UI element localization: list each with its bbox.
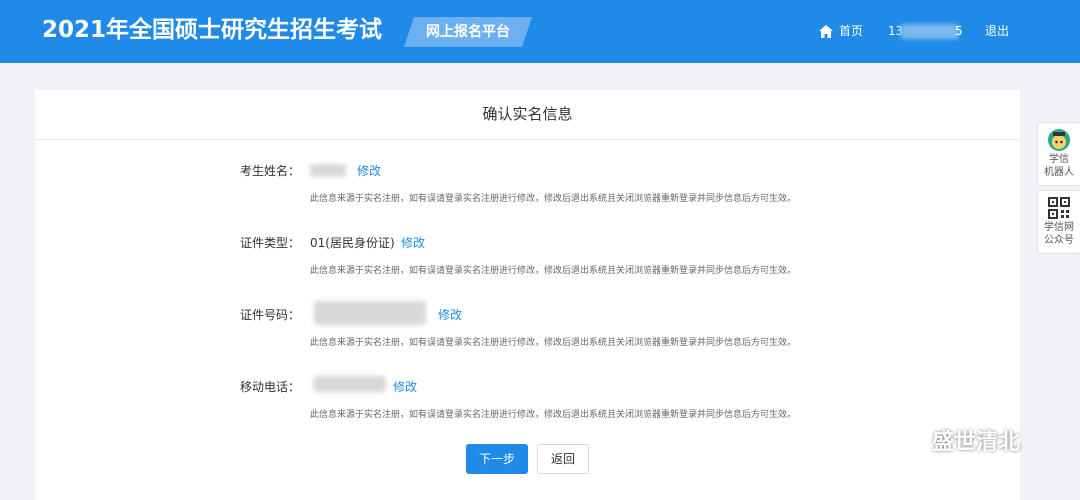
id-number-redaction — [314, 301, 426, 325]
name-label: 考生姓名： — [240, 164, 301, 178]
site-title: 2021年全国硕士研究生招生考试 — [42, 17, 383, 43]
id-type-note: 此信息来源于实名注册，如有误请登录实名注册进行修改，修改后退出系统且关闭浏览器重… — [310, 266, 797, 276]
edit-id-number-link[interactable]: 修改 — [438, 306, 462, 324]
card-title: 确认实名信息 — [35, 90, 1020, 140]
home-link[interactable]: 首页 — [819, 22, 863, 40]
edit-mobile-link[interactable]: 修改 — [393, 378, 417, 396]
watermark-text: 盛世清北 — [932, 430, 1021, 455]
home-label: 首页 — [839, 24, 864, 38]
confirm-info-card: 确认实名信息 考生姓名： 修改 此信息来源于实名注册，如有误请登录实名注册进行修… — [35, 90, 1020, 500]
xuexin-wechat-widget[interactable]: 学信网 公众号 — [1037, 190, 1080, 254]
mobile-label: 移动电话： — [240, 380, 301, 394]
xuexin-robot-widget[interactable]: 学信 机器人 — [1037, 122, 1080, 186]
logout-link[interactable]: 退出 — [985, 22, 1009, 40]
wechat-label-2: 公众号 — [1044, 235, 1074, 246]
name-redaction — [310, 164, 346, 177]
user-phone-suffix: 5 — [955, 24, 963, 38]
id-number-note: 此信息来源于实名注册，如有误请登录实名注册进行修改，修改后退出系统且关闭浏览器重… — [310, 338, 797, 348]
name-note: 此信息来源于实名注册，如有误请登录实名注册进行修改，修改后退出系统且关闭浏览器重… — [310, 194, 797, 204]
platform-tag: 网上报名平台 — [404, 17, 532, 47]
robot-label-2: 机器人 — [1044, 167, 1074, 178]
edit-id-type-link[interactable]: 修改 — [401, 234, 425, 252]
id-number-label: 证件号码： — [240, 308, 301, 322]
phone-redaction — [901, 24, 959, 39]
id-type-value: 01(居民身份证) — [310, 236, 395, 250]
robot-label-1: 学信 — [1049, 154, 1069, 165]
robot-icon — [1048, 129, 1070, 151]
back-button[interactable]: 返回 — [537, 444, 589, 474]
mobile-redaction — [314, 376, 386, 392]
wechat-icon — [886, 424, 925, 455]
next-step-button[interactable]: 下一步 — [466, 444, 528, 474]
home-icon — [819, 24, 833, 38]
id-type-label: 证件类型： — [240, 236, 301, 250]
mobile-note: 此信息来源于实名注册，如有误请登录实名注册进行修改，修改后退出系统且关闭浏览器重… — [310, 410, 797, 420]
top-header: 2021年全国硕士研究生招生考试 网上报名平台 首页 13 5 退出 — [0, 0, 1080, 63]
qr-code-icon — [1048, 197, 1070, 219]
edit-name-link[interactable]: 修改 — [357, 162, 381, 180]
watermark: 盛世清北 — [886, 424, 1020, 456]
wechat-label-1: 学信网 — [1044, 222, 1074, 233]
